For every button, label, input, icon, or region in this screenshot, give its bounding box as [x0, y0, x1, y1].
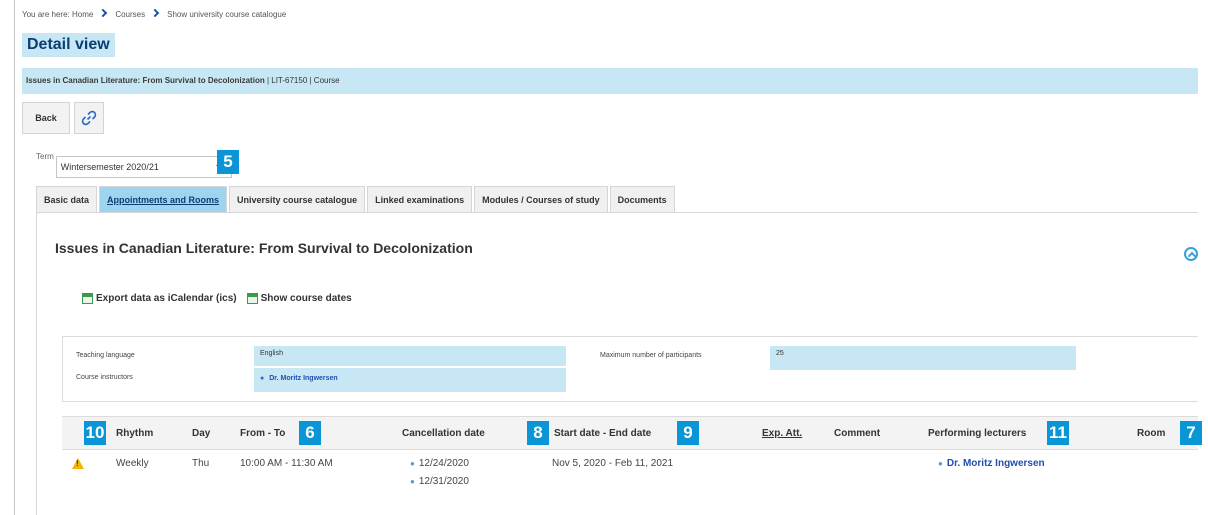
tab-linked-examinations[interactable]: Linked examinations — [367, 186, 473, 212]
column-header-start-end-date[interactable]: Start date - End date — [554, 428, 651, 439]
column-header-exp-att[interactable]: Exp. Att. — [762, 428, 802, 439]
section-title: Issues in Canadian Literature: From Surv… — [55, 240, 473, 256]
term-label: Term — [36, 152, 54, 161]
column-header-room[interactable]: Room — [1137, 428, 1165, 439]
column-header-day[interactable]: Day — [192, 428, 210, 439]
show-course-dates-label: Show course dates — [260, 293, 352, 304]
term-select[interactable]: Wintersemester 2020/21 — [55, 156, 232, 178]
bullet-icon: ● — [938, 459, 943, 468]
link-button[interactable] — [74, 102, 104, 134]
tab-basic-data[interactable]: Basic data — [36, 186, 98, 212]
cell-performing-lecturers: ● Dr. Moritz Ingwersen — [938, 458, 1045, 469]
breadcrumb: You are here: Home Courses Show university… — [22, 8, 286, 19]
term-row: Term Wintersemester 2020/21 — [36, 150, 232, 178]
cancellation-date-1: 12/24/2020 — [418, 458, 469, 469]
term-value: Wintersemester 2020/21 — [60, 162, 159, 172]
course-header-bar: Issues in Canadian Literature: From Surv… — [22, 68, 1198, 94]
max-participants-value: 25 — [770, 346, 1076, 370]
breadcrumb-prefix: You are here: — [22, 10, 70, 19]
back-button[interactable]: Back — [22, 102, 70, 134]
cancellation-date-2: 12/31/2020 — [418, 476, 469, 487]
tab-appointments-and-rooms[interactable]: Appointments and Rooms — [99, 186, 228, 212]
column-header-performing-lecturers[interactable]: Performing lecturers — [928, 428, 1026, 439]
callout-6: 6 — [299, 421, 321, 445]
course-meta: | LIT-67150 | Course — [266, 76, 340, 85]
course-instructors-value: ● Dr. Moritz Ingwersen — [254, 368, 566, 392]
cell-cancellation-date-2: ● 12/31/2020 — [410, 476, 469, 487]
bullet-icon: ● — [410, 459, 415, 468]
tab-course-catalogue[interactable]: University course catalogue — [229, 186, 366, 212]
callout-5: 5 — [217, 150, 239, 174]
course-instructors-label: Course instructors — [76, 374, 133, 381]
tab-bar: Basic data Appointments and Rooms Univer… — [36, 186, 677, 212]
column-header-rhythm[interactable]: Rhythm — [116, 428, 153, 439]
course-name: Issues in Canadian Literature: From Surv… — [26, 76, 265, 85]
chevron-right-icon — [99, 8, 108, 18]
callout-11: 11 — [1047, 421, 1069, 445]
teaching-language-value: English — [254, 346, 566, 366]
cell-cancellation-date-1: ● 12/24/2020 — [410, 458, 469, 469]
toolbar: Back — [22, 102, 104, 134]
show-course-dates-link[interactable]: Show course dates — [246, 293, 352, 304]
calendar-icon — [82, 293, 93, 304]
instructor-link[interactable]: Dr. Moritz Ingwersen — [269, 375, 337, 382]
export-ical-link[interactable]: Export data as iCalendar (ics) — [82, 293, 237, 304]
link-icon — [81, 110, 97, 126]
cell-start-end-date: Nov 5, 2020 - Feb 11, 2021 — [552, 458, 674, 469]
export-ical-label: Export data as iCalendar (ics) — [96, 293, 237, 304]
column-header-cancellation-date[interactable]: Cancellation date — [402, 428, 485, 439]
column-header-from-to[interactable]: From - To — [240, 428, 285, 439]
breadcrumb-courses[interactable]: Courses — [115, 10, 145, 19]
max-participants-label: Maximum number of participants — [600, 352, 702, 359]
cell-rhythm: Weekly — [116, 458, 149, 469]
callout-10: 10 — [84, 421, 106, 445]
calendar-icon — [246, 293, 258, 304]
action-links: Export data as iCalendar (ics) Show cour… — [82, 293, 352, 304]
bullet-icon: ● — [260, 375, 265, 382]
callout-9: 9 — [677, 421, 699, 445]
breadcrumb-catalogue[interactable]: Show university course catalogue — [167, 10, 286, 19]
callout-8: 8 — [527, 421, 549, 445]
chevron-right-icon — [150, 8, 160, 18]
tab-documents[interactable]: Documents — [609, 186, 675, 212]
bullet-icon: ● — [410, 477, 415, 486]
page-title: Detail view — [22, 33, 115, 57]
breadcrumb-home[interactable]: Home — [72, 10, 93, 19]
collapse-icon[interactable] — [1184, 247, 1198, 261]
cell-from-to: 10:00 AM - 11:30 AM — [240, 458, 333, 469]
lecturer-link[interactable]: Dr. Moritz Ingwersen — [947, 458, 1045, 469]
warning-icon — [72, 458, 84, 469]
callout-7: 7 — [1180, 421, 1202, 445]
column-header-comment[interactable]: Comment — [834, 428, 880, 439]
tab-modules-courses[interactable]: Modules / Courses of study — [474, 186, 608, 212]
teaching-language-label: Teaching language — [76, 352, 135, 359]
cell-day: Thu — [192, 458, 210, 469]
